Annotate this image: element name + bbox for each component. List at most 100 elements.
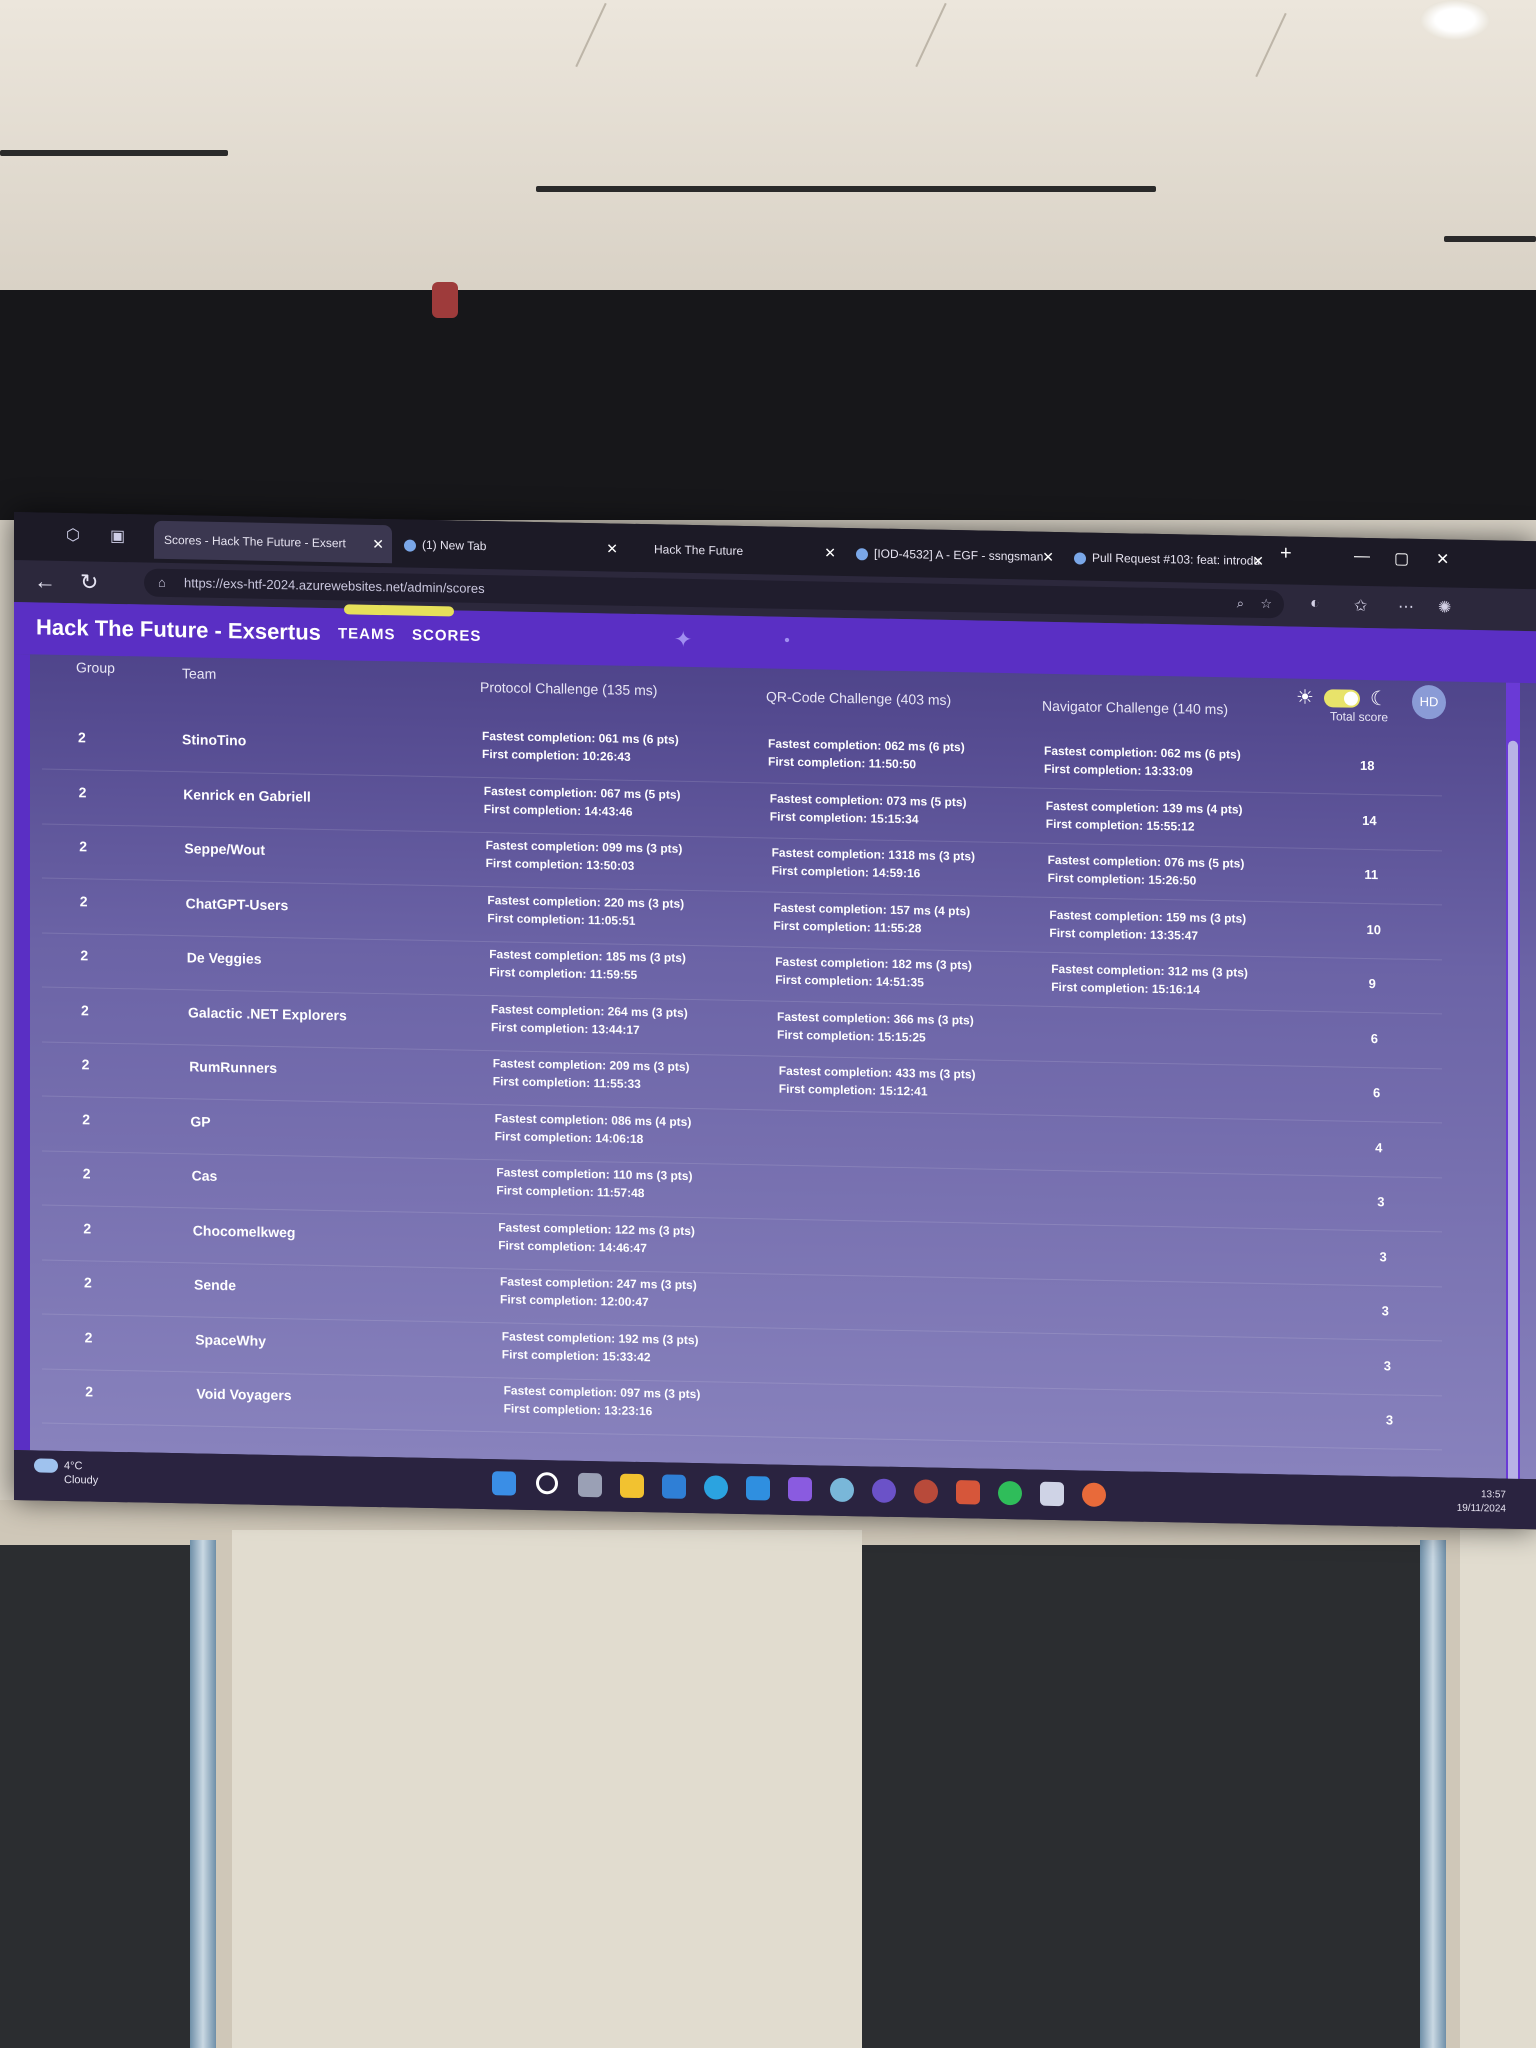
scrollbar[interactable] — [1506, 682, 1520, 1521]
app-icon[interactable] — [1040, 1481, 1064, 1507]
protocol-first: First completion: 15:33:42 — [501, 1346, 651, 1364]
mail-icon[interactable] — [662, 1474, 686, 1499]
workspaces-icon[interactable]: ⬡ — [66, 525, 88, 545]
close-window-icon[interactable]: ✕ — [1436, 549, 1449, 569]
team-name: Galactic .NET Explorers — [188, 1003, 347, 1023]
new-tab-button[interactable]: + — [1280, 542, 1292, 565]
weather-widget[interactable]: 4°C Cloudy — [34, 1458, 98, 1487]
search-icon[interactable] — [536, 1472, 558, 1495]
ceiling-light — [1420, 0, 1490, 40]
nav-teams[interactable]: TEAMS — [338, 625, 396, 643]
close-icon[interactable]: ✕ — [372, 525, 384, 563]
protocol-first: First completion: 11:57:48 — [496, 1183, 645, 1201]
app-icon[interactable] — [914, 1479, 938, 1504]
team-name: Void Voyagers — [196, 1385, 292, 1404]
minimize-icon[interactable]: — — [1354, 548, 1370, 566]
team-name: Cas — [191, 1167, 218, 1184]
close-icon[interactable]: ✕ — [824, 534, 836, 572]
total-score: 3 — [1383, 1357, 1391, 1373]
nav-scores[interactable]: SCORES — [412, 627, 481, 645]
projected-screen: ⬡ ▣ Scores - Hack The Future - Exsert ✕ (… — [14, 512, 1536, 1530]
header-qr-code[interactable]: QR-Code Challenge (403 ms) — [766, 688, 951, 708]
close-icon[interactable]: ✕ — [606, 529, 618, 567]
visual-studio-icon[interactable] — [788, 1476, 812, 1502]
weather-label: Cloudy — [64, 1474, 99, 1487]
star-icon[interactable]: ☆ — [1260, 590, 1272, 618]
cloud-icon — [34, 1458, 58, 1473]
vscode-icon[interactable] — [746, 1476, 770, 1501]
tab-actions-icon[interactable]: ▣ — [110, 526, 132, 546]
app-icon[interactable] — [956, 1480, 980, 1505]
zoom-icon[interactable]: ⌕ — [1237, 589, 1244, 617]
tab-hack-the-future[interactable]: Hack The Future ✕ — [644, 530, 844, 572]
favorites-icon[interactable]: ✩ — [1354, 596, 1367, 616]
group-cell: 2 — [84, 1328, 93, 1346]
team-name: StinoTino — [182, 731, 247, 749]
maximize-icon[interactable]: ▢ — [1394, 548, 1409, 568]
close-icon[interactable]: ✕ — [1042, 538, 1054, 576]
tab-favicon-icon — [404, 539, 416, 552]
tab-favicon-icon — [1074, 552, 1086, 565]
total-score: 6 — [1372, 1085, 1381, 1101]
close-icon[interactable]: ✕ — [1252, 542, 1264, 580]
protocol-first: First completion: 11:55:33 — [492, 1074, 641, 1092]
team-name: RumRunners — [189, 1058, 278, 1077]
ceiling-vent — [0, 150, 228, 156]
qr-code-first: First completion: 14:51:35 — [775, 972, 924, 990]
total-score: 10 — [1366, 921, 1381, 937]
side-drawer-strip — [14, 654, 30, 1451]
team-name: Chocomelkweg — [192, 1221, 296, 1240]
total-score: 6 — [1370, 1030, 1379, 1046]
header-navigator[interactable]: Navigator Challenge (140 ms) — [1042, 698, 1228, 718]
group-cell: 2 — [78, 783, 87, 800]
wall-panel — [862, 1545, 1422, 2048]
back-icon[interactable]: ← — [34, 568, 56, 594]
qr-code-first: First completion: 15:12:41 — [778, 1081, 928, 1099]
lock-icon: ⌂ — [158, 574, 166, 590]
protocol-first: First completion: 11:59:55 — [489, 965, 638, 982]
app-icon[interactable] — [1082, 1482, 1106, 1507]
navigator-first: First completion: 15:26:50 — [1047, 870, 1197, 888]
task-view-icon[interactable] — [578, 1472, 602, 1498]
navigator-first: First completion: 13:35:47 — [1049, 925, 1199, 943]
group-cell: 2 — [84, 1274, 92, 1291]
edge-icon[interactable] — [704, 1475, 728, 1500]
group-cell: 2 — [81, 1001, 89, 1018]
group-cell: 2 — [82, 1165, 91, 1182]
ceiling — [0, 0, 1536, 290]
header-total-score[interactable]: Total score — [1330, 709, 1388, 724]
tab-new-tab[interactable]: (1) New Tab ✕ — [394, 525, 626, 567]
tab-pull-request[interactable]: Pull Request #103: feat: introdu ✕ — [1064, 538, 1272, 580]
app-icon[interactable] — [872, 1478, 896, 1503]
header-team[interactable]: Team — [182, 665, 216, 682]
total-score: 11 — [1364, 866, 1379, 883]
menu-icon[interactable]: ⋯ — [1398, 597, 1414, 617]
file-explorer-icon[interactable] — [620, 1473, 644, 1499]
qr-code-first: First completion: 14:59:16 — [771, 863, 921, 881]
protocol-first: First completion: 14:06:18 — [494, 1128, 644, 1146]
app-icon[interactable] — [830, 1477, 854, 1503]
group-cell: 2 — [78, 729, 86, 746]
protocol-first: First completion: 12:00:47 — [500, 1292, 649, 1310]
qr-code-first: First completion: 11:50:50 — [768, 754, 917, 772]
protocol-first: First completion: 11:05:51 — [487, 910, 636, 928]
extension-icon[interactable]: ◐ — [1310, 595, 1320, 613]
app-title[interactable]: Hack The Future - Exsertus — [36, 614, 321, 645]
scrollbar-thumb[interactable] — [1508, 740, 1518, 1521]
header-protocol[interactable]: Protocol Challenge (135 ms) — [480, 679, 657, 698]
copilot-icon[interactable]: ✺ — [1438, 597, 1451, 617]
protocol-first: First completion: 14:43:46 — [483, 801, 633, 819]
start-icon[interactable] — [492, 1471, 516, 1496]
system-tray[interactable]: 13:57 19/11/2024 — [1457, 1488, 1506, 1517]
clock-date: 19/11/2024 — [1456, 1502, 1506, 1515]
header-group[interactable]: Group — [76, 659, 115, 676]
navigator-first: First completion: 15:16:14 — [1051, 979, 1200, 997]
reload-icon[interactable]: ↻ — [80, 569, 98, 595]
tab-iod-4532[interactable]: [IOD-4532] A - EGF - ssngsman ✕ — [846, 534, 1062, 576]
spotify-icon[interactable] — [998, 1480, 1022, 1506]
protocol-first: First completion: 14:46:47 — [498, 1237, 647, 1255]
total-score: 3 — [1379, 1248, 1387, 1264]
protocol-first: First completion: 13:23:16 — [503, 1401, 653, 1419]
sparkle-icon: ✦ — [674, 626, 693, 653]
tab-scores[interactable]: Scores - Hack The Future - Exsert ✕ — [154, 520, 392, 564]
